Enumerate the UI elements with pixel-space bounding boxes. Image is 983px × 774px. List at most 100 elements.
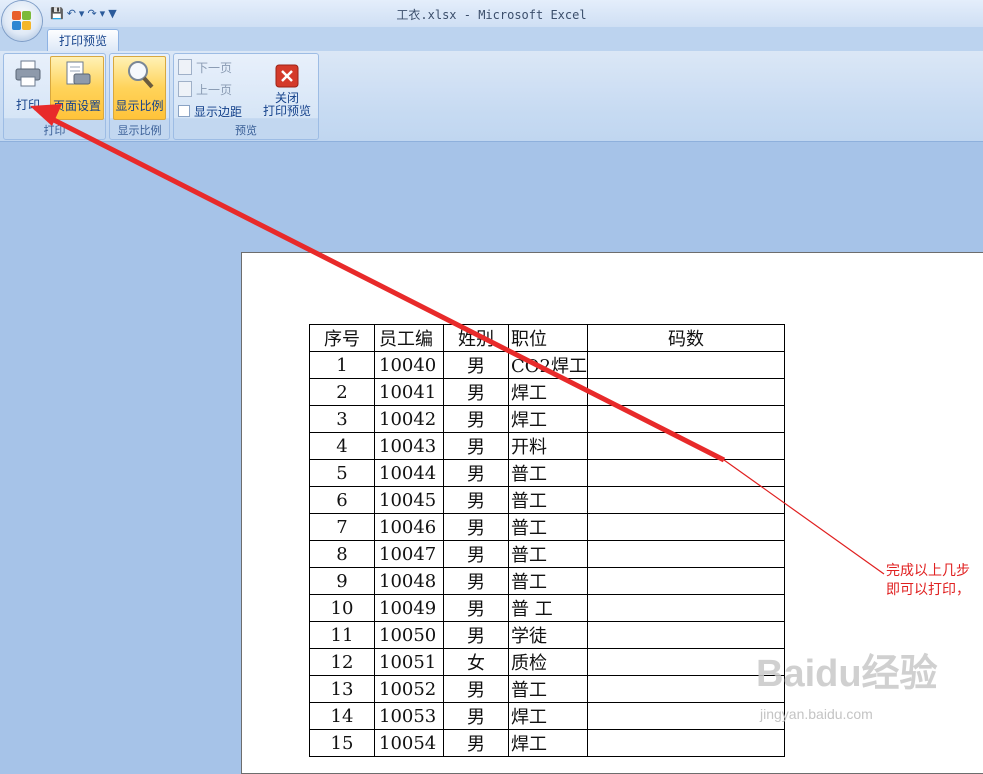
table-row: 5 10044 男普工: [309, 459, 785, 487]
table-cell: 10041: [374, 378, 444, 406]
table-cell: 男: [443, 405, 509, 433]
table-cell: [586, 459, 785, 487]
table-row: 10 10049 男普 工: [309, 594, 785, 622]
prev-page-icon: [178, 81, 192, 97]
annotation-line1: 完成以上几步: [886, 563, 970, 579]
table-cell: 男: [443, 567, 509, 595]
preview-group-label: 预览: [235, 124, 257, 137]
table-cell: [586, 621, 785, 649]
print-button[interactable]: 打印: [6, 56, 50, 118]
zoom-button[interactable]: 显示比例: [113, 56, 166, 120]
table-row: 3 10042 男焊工: [309, 405, 785, 433]
table-row: 2 10041 男焊工: [309, 378, 785, 406]
table-header-row: 序号 员工编 姓别 职位 码数: [309, 324, 785, 352]
table-cell: 13: [309, 675, 375, 703]
next-page-label: 下一页: [196, 60, 233, 75]
show-margins-checkbox[interactable]: 显示边距: [178, 102, 242, 120]
table-cell: 10045: [374, 486, 444, 514]
table-cell: 男: [443, 459, 509, 487]
close-icon: [275, 64, 299, 88]
table-cell: [586, 675, 785, 703]
table-cell: 男: [443, 729, 509, 757]
table-cell: 男: [443, 432, 509, 460]
annotation-note: 完成以上几步 即可以打印，: [886, 562, 970, 600]
table-cell: [586, 513, 785, 541]
window-title: 工衣.xlsx - Microsoft Excel: [396, 8, 587, 22]
table-cell: 焊工: [508, 405, 588, 433]
table-row: 14 10053 男焊工: [309, 702, 785, 730]
close-print-preview-button[interactable]: 关闭 打印预览: [260, 56, 314, 118]
table-cell: 9: [309, 567, 375, 595]
table-row: 13 10052 男普工: [309, 675, 785, 703]
print-group-label: 打印: [43, 124, 66, 137]
table-cell: [586, 648, 785, 676]
zoom-group: 显示比例 显示比例: [109, 53, 170, 140]
table-cell: [586, 729, 785, 757]
table-cell: CO2焊工: [508, 351, 588, 379]
tab-print-preview[interactable]: 打印预览: [47, 29, 120, 52]
table-cell: 焊工: [508, 702, 588, 730]
table-cell: 男: [443, 486, 509, 514]
table-row: 6 10045 男普工: [309, 486, 785, 514]
prev-page-button[interactable]: 上一页: [178, 80, 232, 98]
table-cell: 男: [443, 513, 509, 541]
header-cell: 姓别: [443, 324, 509, 352]
table-cell: 10054: [374, 729, 444, 757]
table-cell: 1: [309, 351, 375, 379]
table-cell: 女: [443, 648, 509, 676]
table-cell: 普工: [508, 567, 588, 595]
close-label-line2: 打印预览: [262, 104, 311, 118]
ribbon-tab-row: 打印预览: [0, 27, 983, 52]
ribbon: 打印 页面设置 打印 显示比例 显示比例 下一页 上一页 显示边距 关闭 打印预…: [0, 51, 983, 142]
table-cell: 学徒: [508, 621, 588, 649]
table-cell: [586, 540, 785, 568]
table-cell: [586, 378, 785, 406]
table-cell: [586, 702, 785, 730]
next-page-button[interactable]: 下一页: [178, 58, 232, 76]
baidu-watermark-logo: Baidu经验: [756, 653, 938, 695]
table-body: 1 10040 男 CO2焊工 2 10041 男焊工 3 10042 男焊工 4 10043 男开料 5…: [309, 351, 785, 757]
table-cell: 焊工: [508, 378, 588, 406]
next-page-icon: [178, 59, 192, 75]
table-cell: 普工: [508, 513, 588, 541]
table-cell: 11: [309, 621, 375, 649]
zoom-button-label: 显示比例: [115, 99, 164, 113]
table-cell: 男: [443, 675, 509, 703]
table-cell: 10051: [374, 648, 444, 676]
table-cell: 男: [443, 351, 509, 379]
table-cell: 男: [443, 378, 509, 406]
table-cell: [586, 567, 785, 595]
title-bar: 💾 ↶ ▾ ↷ ▾ ▼ 工衣.xlsx - Microsoft Excel: [0, 0, 983, 27]
checkbox-icon[interactable]: [178, 105, 190, 117]
table-cell: 10042: [374, 405, 444, 433]
table-cell: [586, 432, 785, 460]
preview-group: 下一页 上一页 显示边距 关闭 打印预览 预览: [173, 53, 319, 140]
zoom-group-label: 显示比例: [117, 124, 162, 137]
table-cell: 7: [309, 513, 375, 541]
table-row: 8 10047 男普工: [309, 540, 785, 568]
header-cell: 序号: [309, 324, 375, 352]
table-cell: 开料: [508, 432, 588, 460]
table-cell: 10053: [374, 702, 444, 730]
table-cell: 10052: [374, 675, 444, 703]
table-cell: 6: [309, 486, 375, 514]
print-button-label: 打印: [15, 98, 40, 112]
table-cell: 普工: [508, 675, 588, 703]
page-setup-button[interactable]: 页面设置: [50, 56, 104, 120]
office-button[interactable]: [2, 1, 42, 41]
table-row: 12 10051 女质检: [309, 648, 785, 676]
table-cell: [586, 351, 785, 379]
table-cell: 10048: [374, 567, 444, 595]
table-cell: 10047: [374, 540, 444, 568]
prev-page-label: 上一页: [196, 82, 233, 97]
table-row: 4 10043 男开料: [309, 432, 785, 460]
table-cell: 男: [443, 621, 509, 649]
table-cell: 2: [309, 378, 375, 406]
printer-icon: [15, 60, 41, 87]
annotation-line2: 即可以打印，: [886, 582, 970, 598]
table-cell: 普 工: [508, 594, 588, 622]
table-cell: 焊工: [508, 729, 588, 757]
header-cell: 员工编: [374, 324, 444, 352]
table-cell: 10049: [374, 594, 444, 622]
page-setup-button-label: 页面设置: [52, 99, 101, 113]
